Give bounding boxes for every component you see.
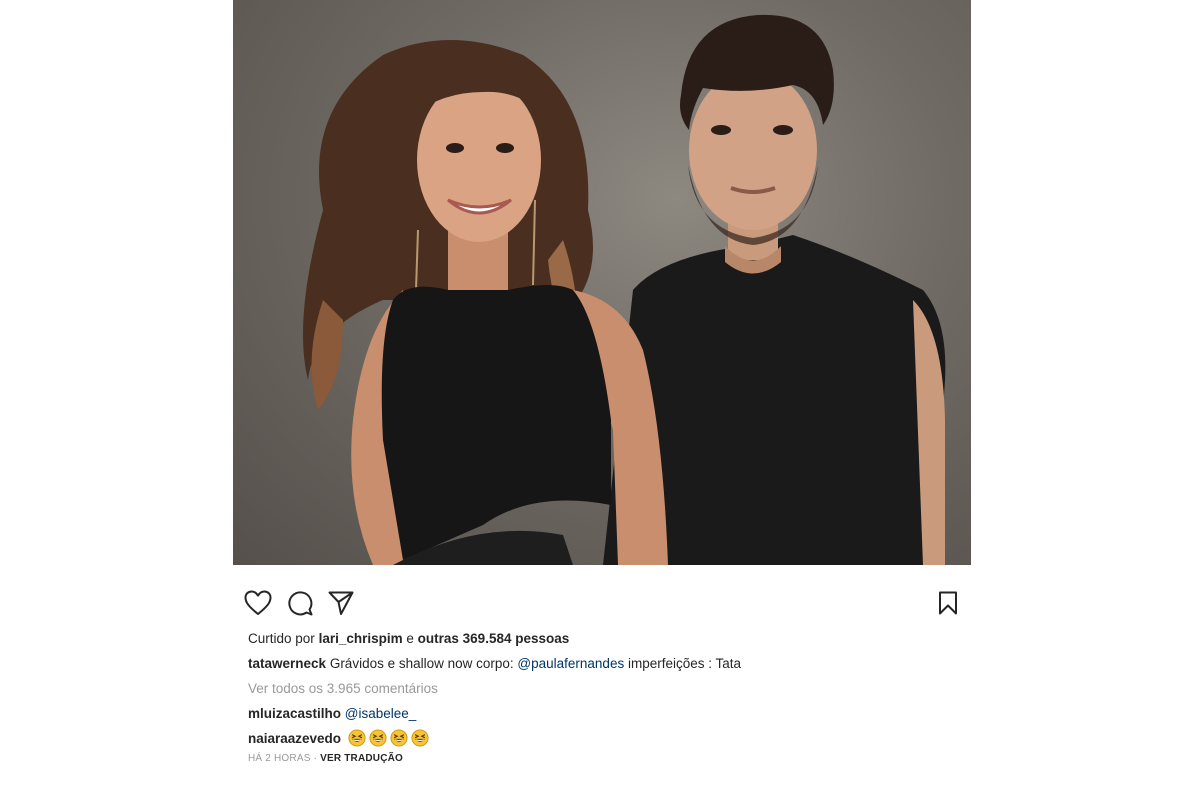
instagram-post: Curtido por lari_chrispim e outras 369.5… <box>233 0 971 800</box>
likes-others[interactable]: outras 369.584 pessoas <box>418 631 570 646</box>
post-timestamp: HÁ 2 HORAS <box>248 753 311 764</box>
comment-item: mluizacastilho @isabelee_ <box>248 706 416 721</box>
comment-button[interactable] <box>285 588 315 618</box>
caption-text-end: imperfeições : Tata <box>627 656 742 671</box>
caption-text: Grávidos e shallow now corpo: <box>329 656 514 671</box>
liker-username[interactable]: lari_chrispim <box>319 631 403 646</box>
save-button[interactable] <box>933 588 963 618</box>
likes-connector: e <box>406 631 414 646</box>
grinning-squinting-face-emoji <box>348 729 366 747</box>
comment-username[interactable]: naiaraazevedo <box>248 731 341 746</box>
likes-prefix: Curtido por <box>248 631 315 646</box>
grinning-squinting-face-emoji <box>390 729 408 747</box>
bookmark-icon <box>938 591 958 615</box>
caption: tatawerneck Grávidos e shallow now corpo… <box>248 656 741 671</box>
like-button[interactable] <box>243 588 273 618</box>
comment-mention[interactable]: @isabelee_ <box>345 706 417 721</box>
translate-link[interactable]: VER TRADUÇÃO <box>320 753 403 764</box>
grinning-squinting-face-emoji <box>369 729 387 747</box>
share-button[interactable] <box>326 588 356 618</box>
heart-icon <box>244 590 272 616</box>
post-photo-illustration <box>303 14 946 565</box>
grinning-squinting-face-emoji <box>411 729 429 747</box>
comment-bubble-icon <box>287 590 313 616</box>
view-all-comments-link[interactable]: Ver todos os 3.965 comentários <box>248 681 438 696</box>
comment-item: naiaraazevedo <box>248 729 429 747</box>
post-actions <box>233 588 971 620</box>
footer-separator: · <box>313 753 318 764</box>
comment-emoji-row <box>345 729 429 747</box>
caption-mention[interactable]: @paulafernandes <box>517 656 624 671</box>
post-footer: HÁ 2 HORAS · VER TRADUÇÃO <box>248 753 403 764</box>
caption-username[interactable]: tatawerneck <box>248 656 326 671</box>
paper-plane-icon <box>328 590 354 616</box>
post-photo[interactable] <box>233 0 971 565</box>
comment-username[interactable]: mluizacastilho <box>248 706 341 721</box>
likes-line: Curtido por lari_chrispim e outras 369.5… <box>248 631 569 646</box>
